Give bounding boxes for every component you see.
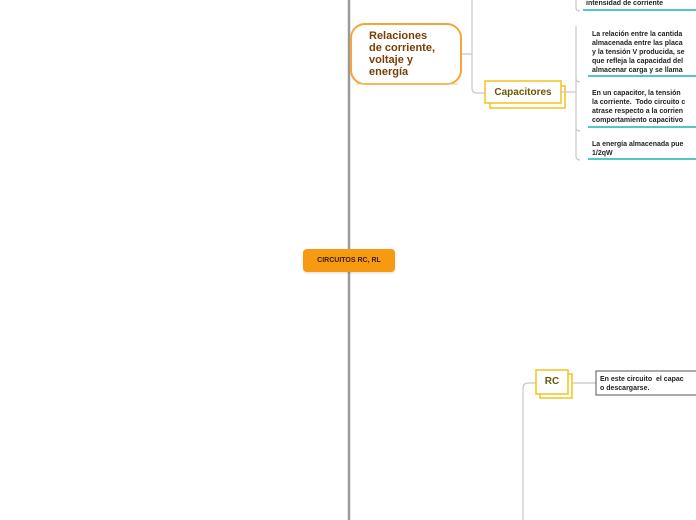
rc-connector — [522, 382, 536, 520]
rc-leaf-0[interactable]: En este circuito el capac o descargarse. — [600, 375, 684, 393]
relaciones-label: Relaciones de corriente, voltaje y energ… — [369, 30, 436, 78]
capacitores-label-box: Capacitores — [485, 81, 561, 103]
rc-label: RC — [544, 375, 560, 387]
capacitores-leaf-3[interactable]: La energía almacenada pue 1/2qW — [592, 140, 683, 158]
relaciones-subtrunk — [461, 0, 485, 94]
capacitores-leaf-connector — [561, 0, 581, 161]
central-topic[interactable]: CIRCUITOS RC, RL — [303, 249, 395, 272]
capacitores-leaf-0[interactable]: intensidad de corriente — [586, 0, 663, 8]
central-topic-label: CIRCUITOS RC, RL — [317, 257, 381, 264]
capacitores-label: Capacitores — [494, 86, 552, 98]
capacitores-leaf-2[interactable]: En un capacitor, la tensión la corriente… — [592, 89, 685, 125]
capacitores-leaf-1[interactable]: La relación entre la cantida almacenada … — [592, 30, 685, 75]
rc-label-box: RC — [536, 370, 568, 392]
